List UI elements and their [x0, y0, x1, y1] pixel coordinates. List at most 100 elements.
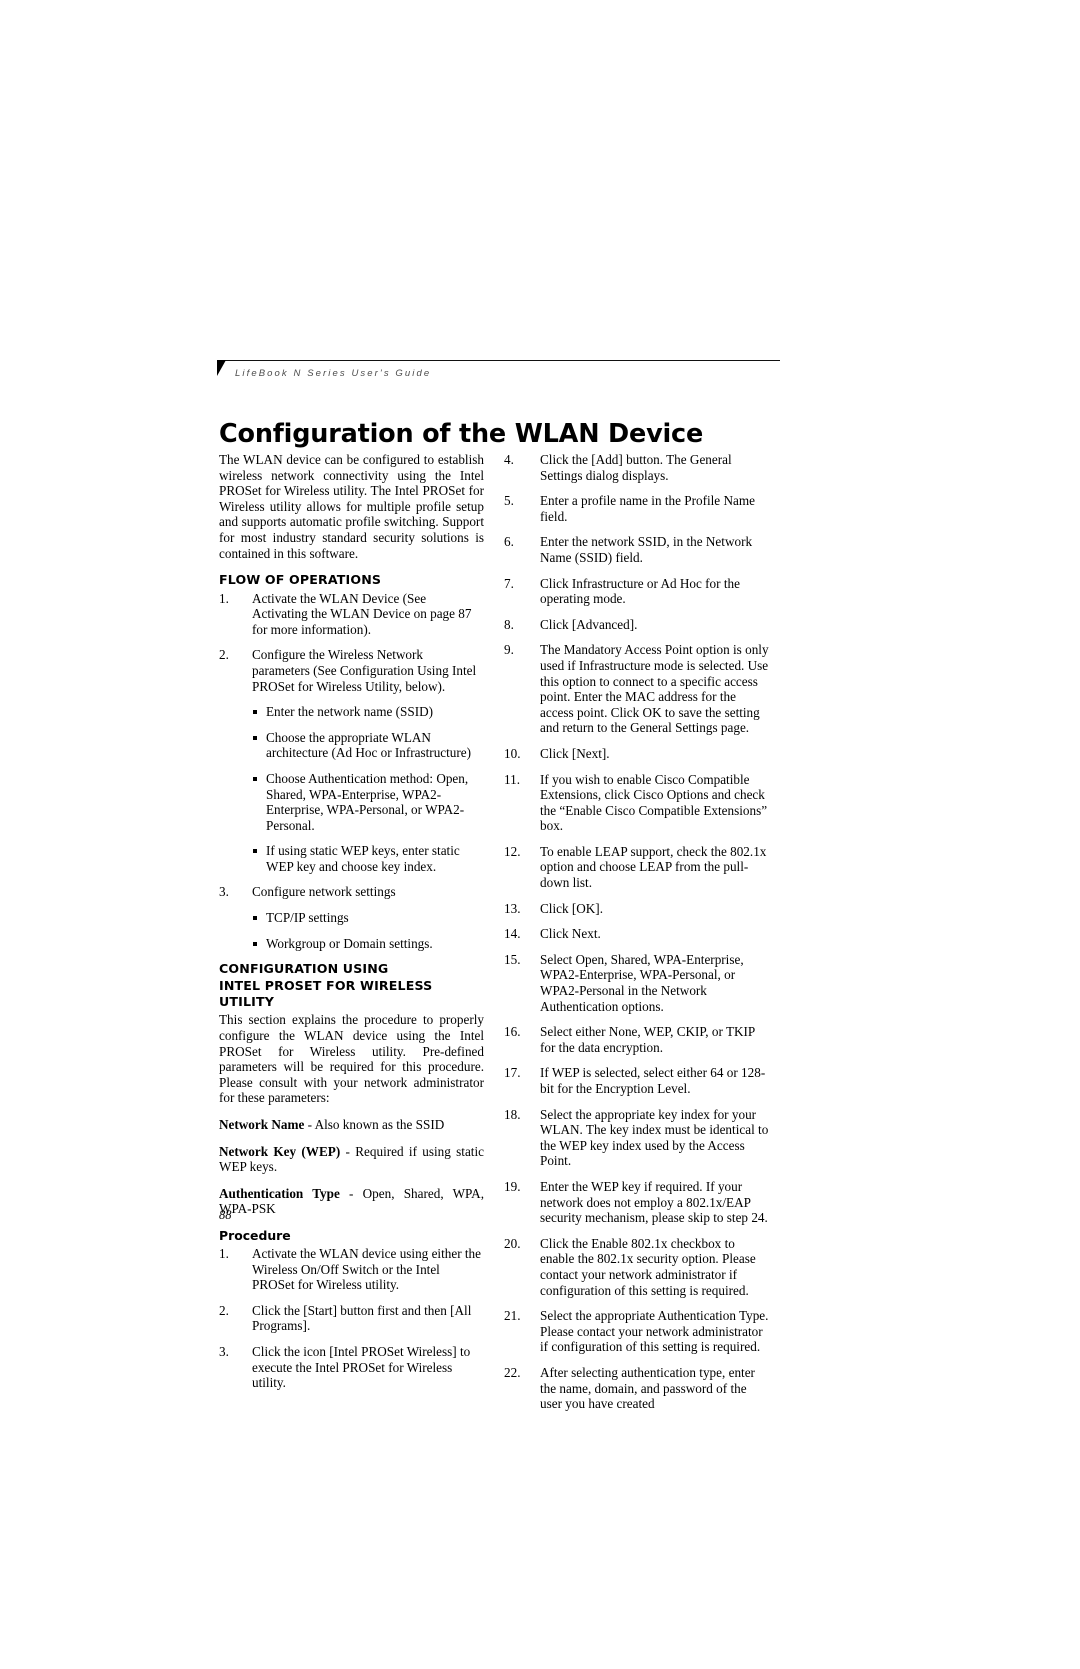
sub-bullet-list: Enter the network name (SSID) Choose the…: [252, 704, 484, 874]
list-item: Choose the appropriate WLAN architecture…: [252, 730, 484, 761]
list-item-number: 19.: [504, 1178, 521, 1194]
parameter-network-key: Network Key (WEP) - Required if using st…: [219, 1144, 484, 1175]
flow-of-operations-list: 1. Activate the WLAN Device (See Activat…: [219, 591, 484, 952]
configuration-intro-paragraph: This section explains the procedure to p…: [219, 1012, 484, 1106]
list-item-text: Select the appropriate key index for you…: [540, 1106, 769, 1169]
list-item-number: 3.: [219, 884, 229, 900]
list-item: 17. If WEP is selected, select either 64 …: [504, 1065, 769, 1096]
list-item-text: Click [Advanced].: [540, 616, 638, 632]
list-item-number: 13.: [504, 900, 521, 916]
list-item-number: 17.: [504, 1065, 521, 1081]
list-item-number: 21.: [504, 1308, 521, 1324]
list-item-text: If WEP is selected, select either 64 or …: [540, 1065, 766, 1096]
parameter-network-name: Network Name - Also known as the SSID: [219, 1117, 484, 1133]
list-item-number: 9.: [504, 642, 514, 658]
list-item-number: 10.: [504, 745, 521, 761]
list-item-number: 2.: [219, 1302, 229, 1318]
list-item-number: 6.: [504, 534, 514, 550]
list-item-number: 8.: [504, 616, 514, 632]
list-item-number: 15.: [504, 951, 521, 967]
list-item-text: Click Next.: [540, 926, 601, 942]
list-item: 21. Select the appropriate Authentication…: [504, 1308, 769, 1355]
list-item-text: If you wish to enable Cisco Compatible E…: [540, 771, 768, 834]
list-item: 20. Click the Enable 802.1x checkbox to e…: [504, 1236, 769, 1298]
list-item-number: 16.: [504, 1024, 521, 1040]
list-item-number: 12.: [504, 843, 521, 859]
list-item-text: Click the icon [Intel PROSet Wireless] t…: [252, 1343, 471, 1391]
list-item: 1. Activate the WLAN device using either…: [219, 1246, 484, 1293]
list-item: 9. The Mandatory Access Point option is o…: [504, 642, 769, 736]
list-item-number: 20.: [504, 1235, 521, 1251]
configuration-using-heading: CONFIGURATION USING INTEL PROSET FOR WIR…: [219, 961, 484, 1010]
procedure-heading: Procedure: [219, 1228, 291, 1243]
list-item-number: 2.: [219, 647, 229, 663]
list-item-text: Click the [Add] button. The General Sett…: [540, 452, 732, 483]
list-item: 15. Select Open, Shared, WPA-Enterprise, …: [504, 952, 769, 1014]
list-item-number: 4.: [504, 452, 514, 467]
list-item-text: After selecting authentication type, ent…: [540, 1364, 755, 1412]
list-item-text: Click the Enable 802.1x checkbox to enab…: [540, 1235, 756, 1298]
list-item-number: 14.: [504, 926, 521, 942]
running-header-title: LifeBook N Series User's Guide: [235, 368, 432, 379]
list-item-text: Configure network settings: [252, 884, 396, 900]
sub-bullet-list: TCP/IP settings Workgroup or Domain sett…: [252, 910, 484, 951]
page-title: Configuration of the WLAN Device: [219, 419, 704, 450]
list-item-text: Enter the network SSID, in the Network N…: [540, 534, 753, 565]
list-item-number: 3.: [219, 1343, 229, 1359]
document-page: LifeBook N Series User's Guide Configura…: [0, 0, 1080, 1669]
parameter-description: - Also known as the SSID: [304, 1117, 445, 1133]
list-item-number: 22.: [504, 1364, 521, 1380]
configuration-heading-line-2: INTEL PROSET FOR WIRELESS UTILITY: [219, 977, 433, 1010]
list-item: 2. Configure the Wireless Network parame…: [219, 647, 484, 874]
list-item: If using static WEP keys, enter static W…: [252, 843, 484, 874]
list-item-text: Enter the WEP key if required. If your n…: [540, 1178, 768, 1226]
list-item: 1. Activate the WLAN Device (See Activat…: [219, 591, 484, 638]
procedure-list-continued: 4. Click the [Add] button. The General Se…: [504, 452, 769, 1412]
list-item-text: Select Open, Shared, WPA-Enterprise, WPA…: [540, 951, 744, 1014]
list-item: 8. Click [Advanced].: [504, 617, 769, 633]
list-item: 3. Configure network settings TCP/IP set…: [219, 884, 484, 951]
parameter-term: Network Name: [219, 1117, 305, 1133]
list-item-text: Click [Next].: [540, 745, 610, 761]
list-item-text: Select either None, WEP, CKIP, or TKIP f…: [540, 1024, 755, 1055]
list-item-text: Activate the WLAN Device (See Activating…: [252, 590, 472, 637]
list-item: 16. Select either None, WEP, CKIP, or TKI…: [504, 1024, 769, 1055]
list-item-text: Click the [Start] button first and then …: [252, 1302, 472, 1334]
list-item: 19. Enter the WEP key if required. If you…: [504, 1179, 769, 1226]
parameter-term: Authentication Type: [219, 1185, 340, 1201]
list-item: 2. Click the [Start] button first and th…: [219, 1303, 484, 1334]
list-item: Enter the network name (SSID): [252, 704, 484, 720]
list-item-number: 7.: [504, 575, 514, 591]
header-corner-tab-icon: [217, 360, 226, 376]
list-item-text: To enable LEAP support, check the 802.1x…: [540, 843, 767, 891]
list-item-text: Activate the WLAN device using either th…: [252, 1246, 481, 1293]
list-item: 10. Click [Next].: [504, 746, 769, 762]
list-item-text: The Mandatory Access Point option is onl…: [540, 642, 769, 736]
page-number: 88: [219, 1208, 232, 1222]
list-item-text: Click [OK].: [540, 900, 603, 916]
list-item: 12. To enable LEAP support, check the 802…: [504, 844, 769, 891]
parameter-term: Network Key (WEP): [219, 1143, 341, 1159]
procedure-list: 1. Activate the WLAN device using either…: [219, 1246, 484, 1391]
list-item: 14. Click Next.: [504, 926, 769, 942]
list-item: 18. Select the appropriate key index for …: [504, 1107, 769, 1169]
right-column: 4. Click the [Add] button. The General Se…: [504, 452, 769, 1412]
list-item-number: 5.: [504, 493, 514, 509]
list-item-text: Select the appropriate Authentication Ty…: [540, 1308, 769, 1355]
list-item-number: 1.: [219, 590, 229, 606]
left-column: The WLAN device can be configured to est…: [219, 452, 484, 1391]
list-item: 3. Click the icon [Intel PROSet Wireless…: [219, 1344, 484, 1391]
list-item: TCP/IP settings: [252, 910, 484, 926]
list-item: 4. Click the [Add] button. The General Se…: [504, 452, 769, 483]
list-item-text: Configure the Wireless Network parameter…: [252, 647, 477, 694]
list-item: Workgroup or Domain settings.: [252, 936, 484, 952]
intro-paragraph: The WLAN device can be configured to est…: [219, 452, 484, 561]
running-header: LifeBook N Series User's Guide: [217, 360, 780, 379]
list-item: 11. If you wish to enable Cisco Compatibl…: [504, 772, 769, 834]
list-item: 5. Enter a profile name in the Profile Na…: [504, 493, 769, 524]
list-item: 6. Enter the network SSID, in the Network…: [504, 534, 769, 565]
configuration-heading-line-1: CONFIGURATION USING: [219, 961, 389, 977]
list-item: 22. After selecting authentication type, …: [504, 1365, 769, 1412]
list-item-text: Click Infrastructure or Ad Hoc for the o…: [540, 575, 740, 607]
list-item: Choose Authentication method: Open, Shar…: [252, 771, 484, 833]
